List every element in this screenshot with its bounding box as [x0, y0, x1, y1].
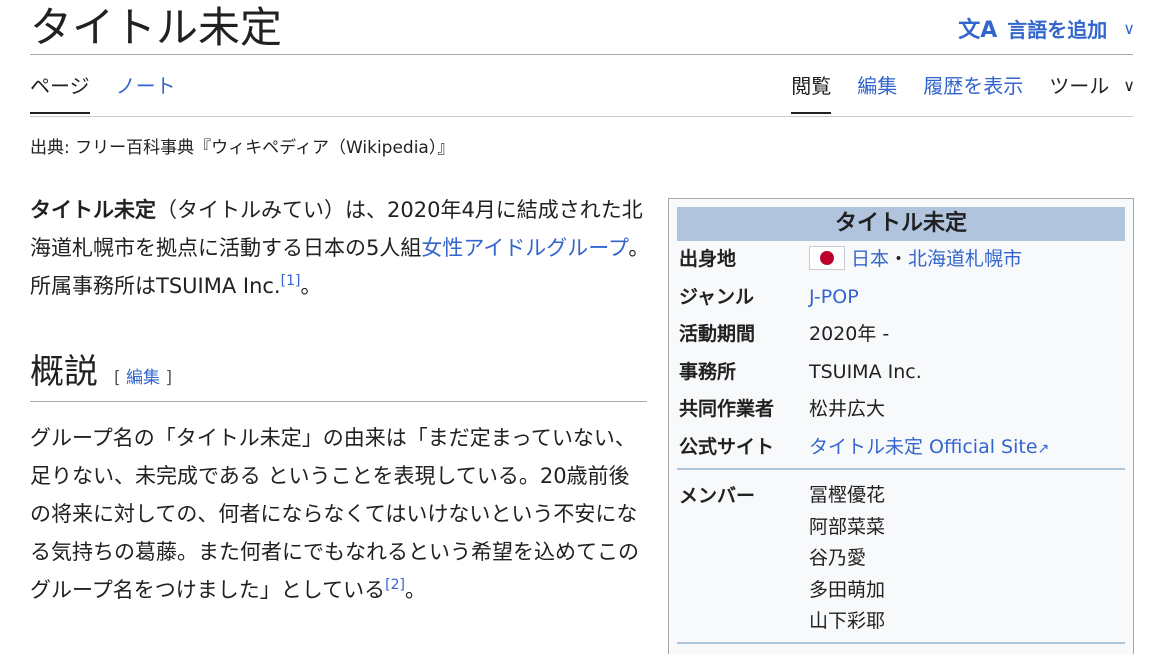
infobox-row-active: 活動期間 2020年 - [677, 316, 1125, 354]
edit-bracket-open: [ [114, 368, 127, 388]
language-icon: 文A [958, 18, 998, 43]
list-item: 谷乃愛 [809, 547, 867, 569]
sapporo-link[interactable]: 北海道札幌市 [908, 248, 1022, 270]
section-divider [30, 401, 647, 402]
section-edit-link[interactable]: 編集 [126, 368, 160, 388]
idol-group-link[interactable]: 女性アイドルグループ [421, 236, 628, 260]
tools-menu-button[interactable]: ツール [1049, 72, 1109, 112]
tabs-divider [30, 116, 1133, 117]
list-item: 多田萌加 [809, 578, 886, 601]
section-edit: [ 編集 ] [114, 363, 172, 388]
collaborator-value: 松井広大 [809, 398, 886, 420]
collaborator-label: 共同作業者 [679, 398, 775, 420]
infobox-title: タイトル未定 [677, 207, 1125, 241]
view-tabs: 閲覧 編集 履歴を表示 ツール ∨ [791, 72, 1135, 114]
lead-end: 。 [300, 274, 322, 298]
agency-label: 事務所 [679, 360, 737, 383]
official-site-text: タイトル未定 Official Site [809, 435, 1038, 458]
article-subject: タイトル未定 [30, 198, 156, 222]
website-label: 公式サイト [679, 435, 775, 458]
chevron-down-icon[interactable]: ∨ [1123, 72, 1135, 100]
infobox-row-collaborator: 共同作業者 松井広大 [677, 391, 1125, 429]
active-label: 活動期間 [679, 323, 756, 345]
japan-link[interactable]: 日本 [851, 248, 889, 270]
overview-end: 。 [404, 578, 426, 602]
lead-paragraph: タイトル未定（タイトルみてい）は、2020年4月に結成された北海道札幌市を拠点に… [30, 191, 655, 305]
section-heading-text: 概説 [30, 352, 98, 392]
genre-label: ジャンル [679, 285, 755, 308]
namespace-tabs: ページ ノート [30, 72, 176, 114]
official-site-link[interactable]: タイトル未定 Official Site↗ [809, 436, 1049, 458]
reference-1-link[interactable]: [1] [281, 273, 301, 289]
tab-page[interactable]: ページ [30, 72, 90, 114]
genre-link[interactable]: J-POP [809, 286, 859, 308]
list-item: 阿部菜菜 [809, 515, 886, 538]
site-subtitle: 出典: フリー百科事典『ウィキペディア（Wikipedia）』 [30, 138, 455, 158]
infobox-row-genre: ジャンル J-POP [677, 279, 1125, 317]
overview-text: グループ名の「タイトル未定」の由来は「まだ定まっていない、足りない、未完成である… [30, 426, 639, 602]
infobox-divider-bottom [677, 641, 1125, 644]
page-title: タイトル未定 [30, 3, 283, 52]
section-heading: 概説 [ 編集 ] [30, 350, 172, 394]
active-value: 2020年 - [809, 323, 890, 345]
japan-flag-icon[interactable] [809, 246, 845, 270]
external-link-icon: ↗ [1037, 440, 1050, 457]
members-label: メンバー [679, 485, 756, 507]
title-divider [30, 54, 1133, 55]
reference-2-link[interactable]: [2] [385, 577, 405, 593]
overview-paragraph: グループ名の「タイトル未定」の由来は「まだ定まっていない、足りない、未完成である… [30, 419, 650, 609]
origin-label: 出身地 [679, 248, 737, 270]
edit-bracket-close: ] [160, 368, 173, 388]
infobox-row-members: メンバー 冨樫優花 阿部菜菜 谷乃愛 多田萌加 山下彩耶 [677, 470, 1125, 638]
infobox-row-agency: 事務所 TSUIMA Inc. [677, 354, 1125, 392]
infobox: タイトル未定 出身地 日本・北海道札幌市 ジャンル J-POP 活動期間 202… [668, 198, 1134, 654]
agency-value: TSUIMA Inc. [809, 360, 922, 383]
members-list: 冨樫優花 阿部菜菜 谷乃愛 多田萌加 山下彩耶 [809, 480, 885, 638]
chevron-down-icon: ∨ [1123, 18, 1135, 38]
infobox-row-origin: 出身地 日本・北海道札幌市 [677, 241, 1125, 279]
add-languages-label: 言語を追加 [1007, 17, 1108, 42]
add-languages-button[interactable]: 文A 言語を追加 ∨ [958, 12, 1135, 44]
infobox-row-website: 公式サイト タイトル未定 Official Site↗ [677, 429, 1125, 469]
tab-history[interactable]: 履歴を表示 [923, 72, 1023, 112]
origin-separator: ・ [889, 248, 909, 270]
list-item: 山下彩耶 [809, 610, 886, 632]
list-item: 冨樫優花 [809, 484, 886, 506]
tab-read[interactable]: 閲覧 [791, 72, 832, 114]
tab-edit[interactable]: 編集 [857, 72, 897, 112]
origin-value: 日本・北海道札幌市 [809, 241, 1125, 279]
tab-talk[interactable]: ノート [116, 72, 176, 114]
